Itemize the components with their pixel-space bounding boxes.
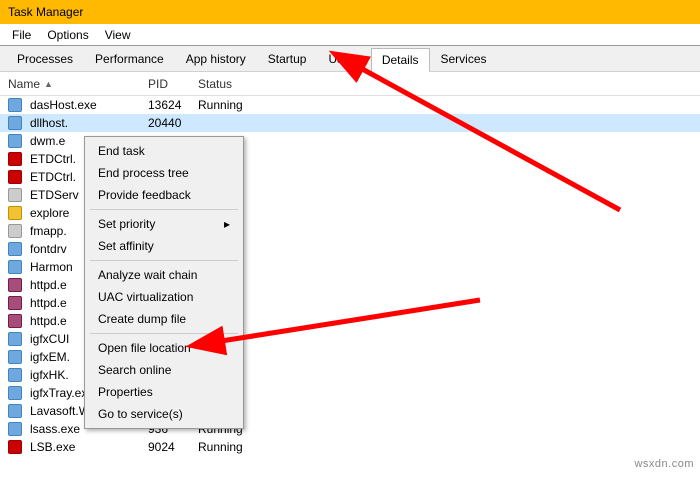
- process-icon: [8, 296, 22, 310]
- process-name: fmapp.: [30, 224, 67, 238]
- table-row[interactable]: dllhost. 20440: [0, 114, 700, 132]
- ctx-properties[interactable]: Properties: [88, 381, 240, 403]
- tab-users[interactable]: Users: [317, 47, 370, 71]
- tab-details[interactable]: Details: [371, 48, 430, 72]
- process-icon: [8, 260, 22, 274]
- menu-options[interactable]: Options: [39, 24, 96, 46]
- title: Task Manager: [8, 5, 83, 19]
- ctx-analyze-wait-chain[interactable]: Analyze wait chain: [88, 264, 240, 286]
- col-pid[interactable]: PID: [148, 77, 198, 91]
- tab-services[interactable]: Services: [430, 47, 498, 71]
- process-icon: [8, 206, 22, 220]
- process-icon: [8, 332, 22, 346]
- table-row[interactable]: LSB.exe 9024Running: [0, 438, 700, 456]
- process-icon: [8, 422, 22, 436]
- col-status[interactable]: Status: [198, 77, 700, 91]
- ctx-create-dump-file[interactable]: Create dump file: [88, 308, 240, 330]
- process-name: ETDCtrl.: [30, 152, 76, 166]
- ctx-end-process-tree[interactable]: End process tree: [88, 162, 240, 184]
- separator: [90, 260, 238, 261]
- process-icon: [8, 368, 22, 382]
- table-row[interactable]: dasHost.exe 13624Running: [0, 96, 700, 114]
- ctx-set-priority[interactable]: Set priority▸: [88, 213, 240, 235]
- process-name: dwm.e: [30, 134, 65, 148]
- process-icon: [8, 152, 22, 166]
- menu-view[interactable]: View: [97, 24, 139, 46]
- ctx-uac-virtualization[interactable]: UAC virtualization: [88, 286, 240, 308]
- menu-file[interactable]: File: [4, 24, 39, 46]
- process-icon: [8, 134, 22, 148]
- separator: [90, 209, 238, 210]
- ctx-end-task[interactable]: End task: [88, 140, 240, 162]
- process-status: Running: [198, 440, 700, 454]
- ctx-go-to-service-s-[interactable]: Go to service(s): [88, 403, 240, 425]
- process-pid: 13624: [148, 98, 198, 112]
- process-name: dllhost.: [30, 116, 68, 130]
- ctx-set-affinity[interactable]: Set affinity: [88, 235, 240, 257]
- ctx-provide-feedback[interactable]: Provide feedback: [88, 184, 240, 206]
- tab-app-history[interactable]: App history: [175, 47, 257, 71]
- menubar: FileOptionsView: [0, 24, 700, 46]
- process-icon: [8, 440, 22, 454]
- process-status: Running: [198, 422, 700, 436]
- sort-asc-icon: ▲: [44, 79, 53, 89]
- ctx-search-online[interactable]: Search online: [88, 359, 240, 381]
- process-icon: [8, 314, 22, 328]
- ctx-open-file-location[interactable]: Open file location: [88, 337, 240, 359]
- process-pid: 9024: [148, 440, 198, 454]
- process-name: httpd.e: [30, 278, 67, 292]
- process-name: fontdrv: [30, 242, 67, 256]
- process-icon: [8, 98, 22, 112]
- tab-performance[interactable]: Performance: [84, 47, 175, 71]
- process-icon: [8, 278, 22, 292]
- process-icon: [8, 188, 22, 202]
- process-icon: [8, 224, 22, 238]
- process-pid: 20440: [148, 116, 198, 130]
- col-name[interactable]: Name▲: [8, 77, 148, 91]
- process-name: httpd.e: [30, 296, 67, 310]
- process-status: Running: [198, 404, 700, 418]
- process-icon: [8, 170, 22, 184]
- process-icon: [8, 386, 22, 400]
- process-name: igfxEM.: [30, 350, 70, 364]
- chevron-right-icon: ▸: [224, 217, 230, 231]
- process-icon: [8, 242, 22, 256]
- process-icon: [8, 116, 22, 130]
- separator: [90, 333, 238, 334]
- process-name: ETDCtrl.: [30, 170, 76, 184]
- process-name: LSB.exe: [30, 440, 75, 454]
- process-status: Running: [198, 386, 700, 400]
- process-name: igfxCUI: [30, 332, 69, 346]
- process-name: dasHost.exe: [30, 98, 97, 112]
- process-name: igfxHK.: [30, 368, 69, 382]
- tabstrip: ProcessesPerformanceApp historyStartupUs…: [0, 46, 700, 72]
- context-menu[interactable]: End taskEnd process treeProvide feedback…: [84, 136, 244, 429]
- process-name: httpd.e: [30, 314, 67, 328]
- tab-startup[interactable]: Startup: [257, 47, 318, 71]
- process-icon: [8, 350, 22, 364]
- process-icon: [8, 404, 22, 418]
- process-status: Running: [198, 98, 700, 112]
- process-name: explore: [30, 206, 69, 220]
- process-name: lsass.exe: [30, 422, 80, 436]
- tab-processes[interactable]: Processes: [6, 47, 84, 71]
- column-headers[interactable]: Name▲ PID Status: [0, 72, 700, 96]
- watermark: wsxdn.com: [634, 458, 694, 470]
- process-name: Harmon: [30, 260, 73, 274]
- process-name: ETDServ: [30, 188, 79, 202]
- title-bar: Task Manager: [0, 0, 700, 24]
